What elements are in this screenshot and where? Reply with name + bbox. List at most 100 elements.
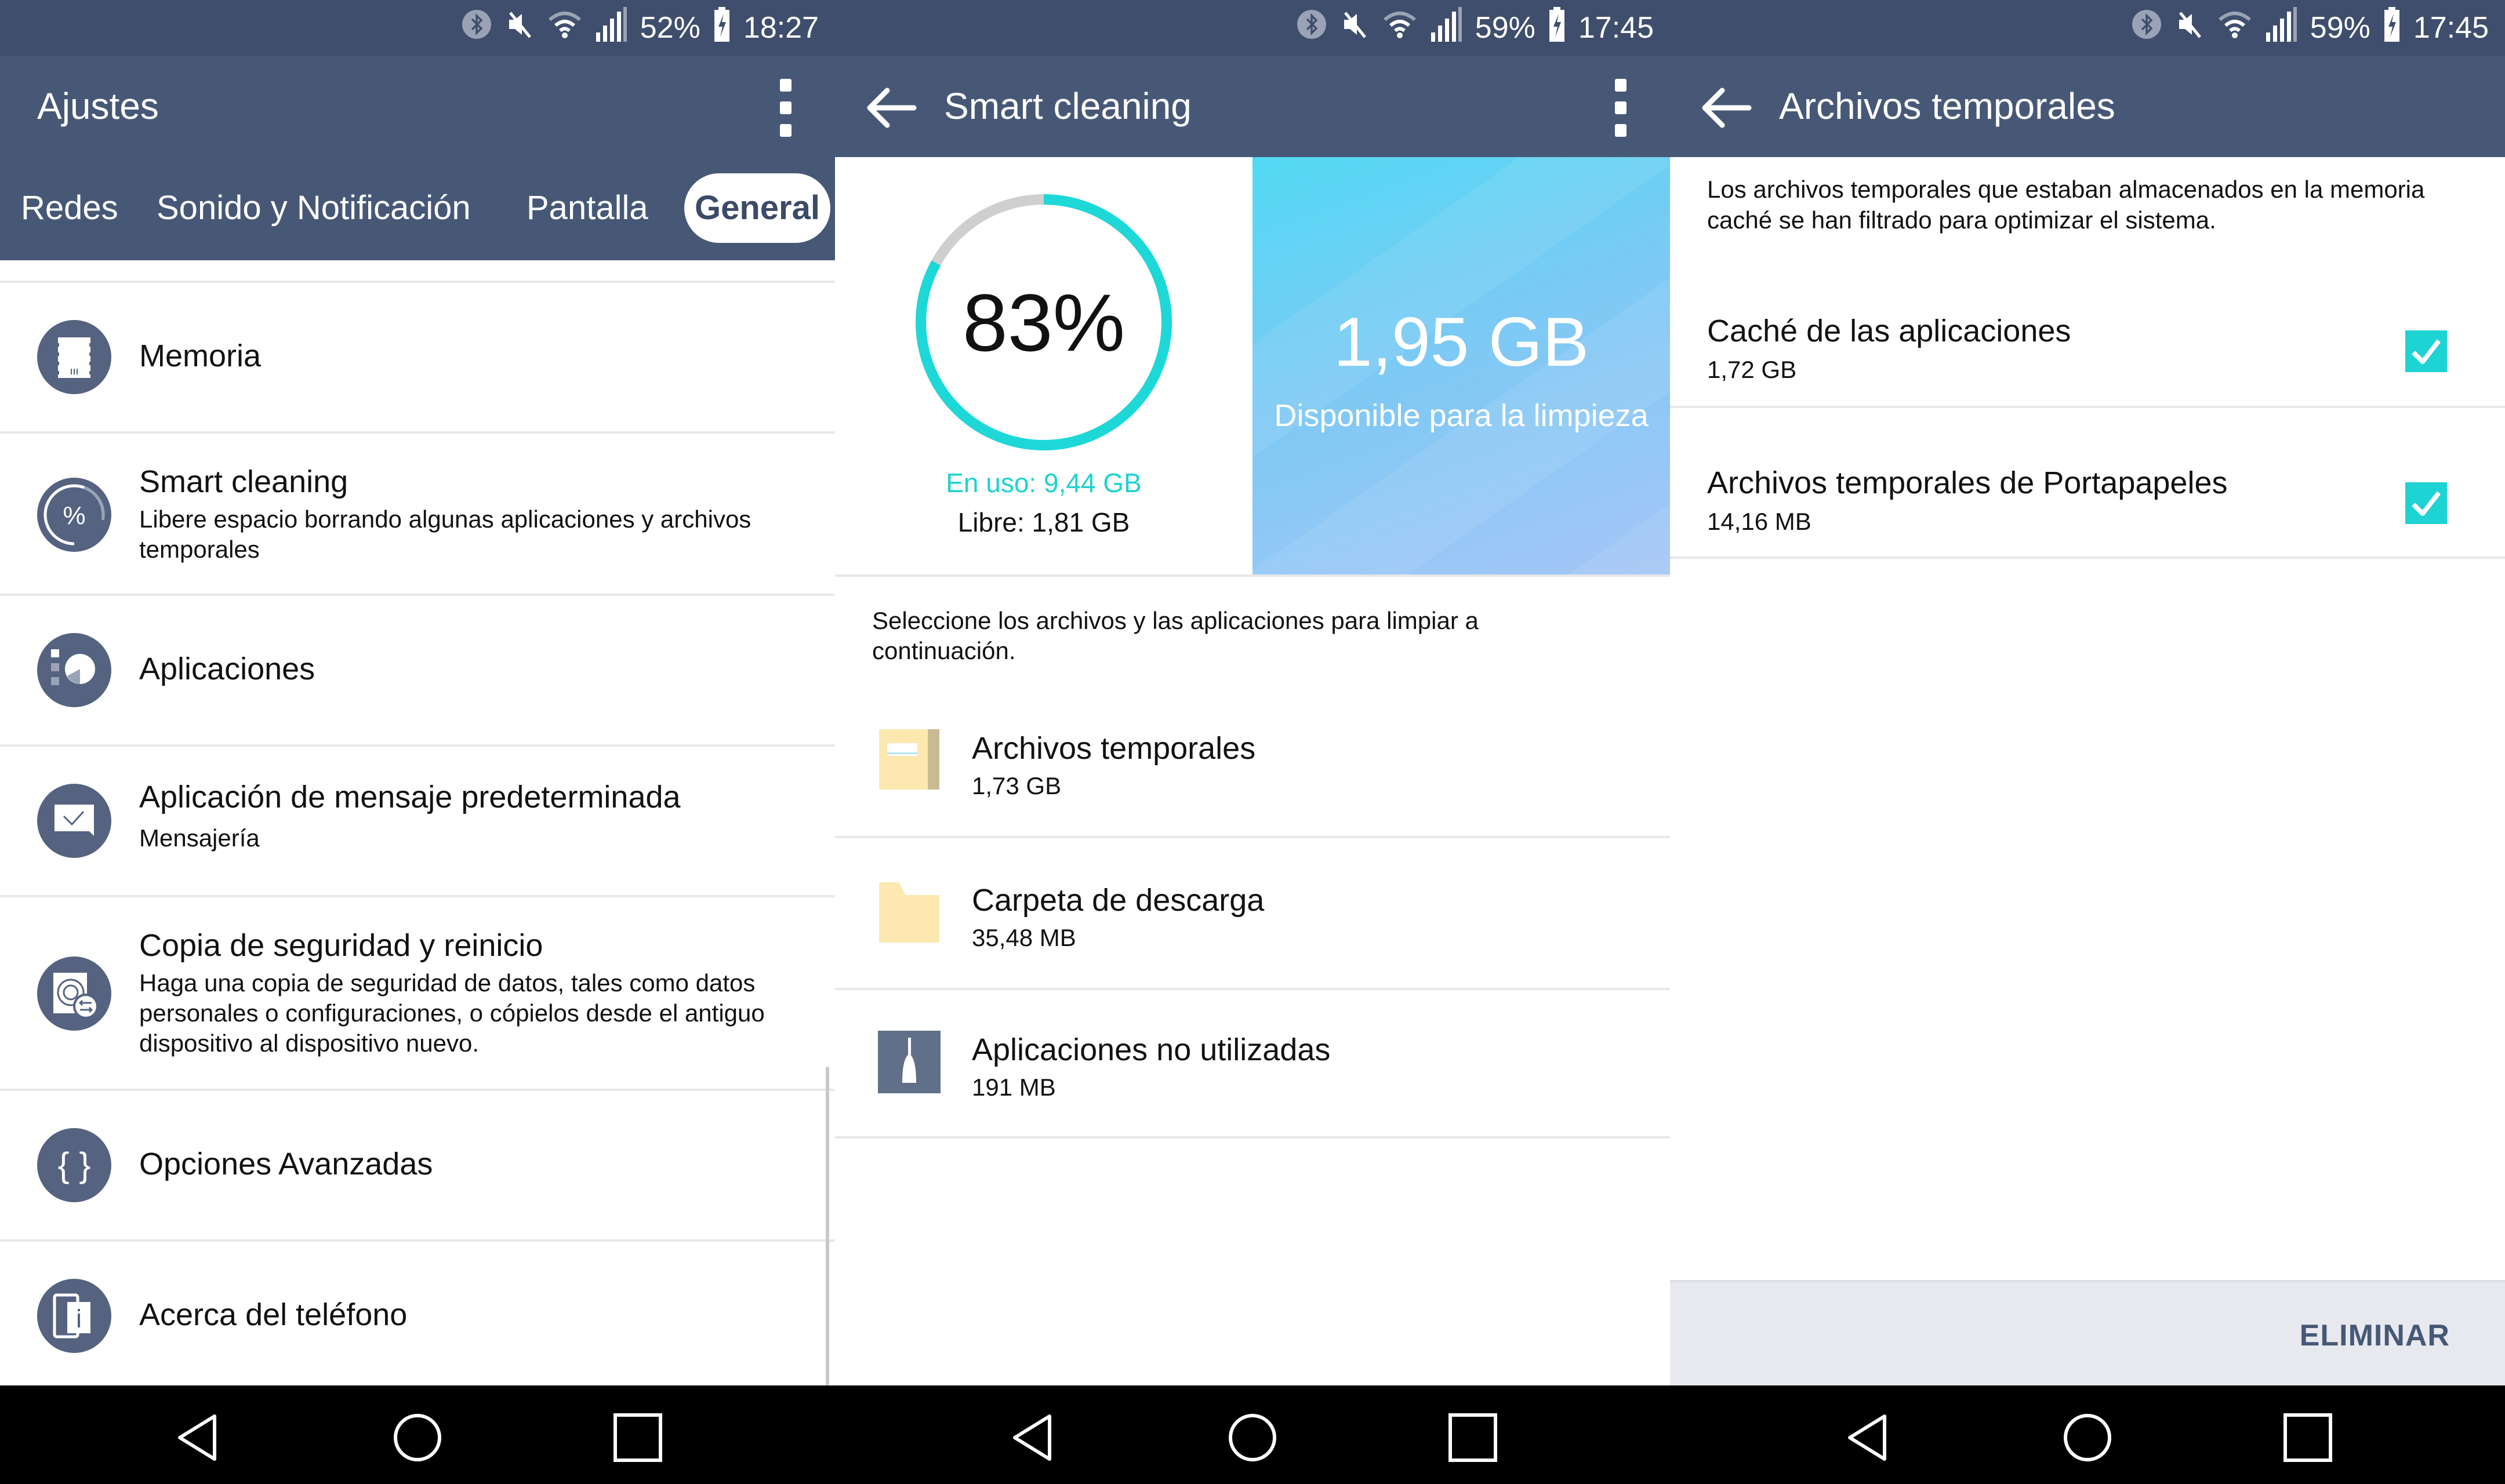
download-folder-icon [878, 881, 941, 944]
settings-item-copia-seguridad[interactable]: Copia de seguridad y reinicio Haga una c… [0, 897, 835, 1089]
app-bar: Ajustes [0, 56, 835, 157]
apps-pie-icon [37, 633, 111, 707]
settings-item-smart-cleaning[interactable]: % Smart cleaning Libere espacio borrando… [0, 434, 835, 594]
eliminar-button[interactable]: ELIMINAR [2300, 1318, 2450, 1353]
battery-percent: 59% [1475, 11, 1535, 45]
item-size: 1,72 GB [1707, 356, 1797, 383]
battery-charging-icon [2383, 6, 2401, 49]
settings-item-acerca-telefono[interactable]: Acerca del teléfono [0, 1242, 835, 1385]
smart-cleaning-screen: 59% 17:45 Smart cleaning 83% En uso: 9,4… [835, 0, 1670, 1484]
storage-gauge: 83% En uso: 9,44 GB Libre: 1,81 GB [835, 157, 1252, 574]
item-subtitle: Mensajería [139, 824, 260, 852]
home-nav-icon[interactable] [391, 1412, 444, 1464]
status-bar: 52% 18:27 [0, 0, 835, 56]
page-title: Smart cleaning [944, 85, 1192, 127]
item-subtitle: Libere espacio borrando algunas aplicaci… [139, 505, 752, 563]
tab-pantalla[interactable]: Pantalla [527, 173, 648, 243]
smart-cleaning-percent-icon: % [37, 478, 111, 552]
phone-info-icon [37, 1279, 111, 1353]
battery-charging-icon [713, 6, 731, 49]
item-title: Memoria [139, 339, 262, 373]
mute-icon [504, 9, 535, 47]
wifi-icon [547, 9, 582, 47]
back-arrow-icon[interactable] [1697, 85, 1755, 131]
recents-nav-icon[interactable] [1447, 1412, 1499, 1464]
mute-icon [1339, 9, 1370, 47]
tab-general[interactable]: General [684, 173, 830, 243]
app-bar: Archivos temporales [1670, 56, 2505, 157]
signal-icon [595, 6, 627, 49]
temp-item-portapapeles[interactable]: Archivos temporales de Portapapeles 14,1… [1670, 408, 2505, 556]
tab-bar: Redes Sonido y Notificación Pantalla Gen… [0, 157, 835, 260]
page-title: Ajustes [37, 85, 159, 127]
battery-percent: 59% [2310, 11, 2370, 45]
item-size: 35,48 MB [972, 924, 1076, 951]
back-arrow-icon[interactable] [862, 85, 920, 131]
divider [1670, 556, 2505, 559]
status-bar: 59% 17:45 [1670, 0, 2505, 56]
item-title: Archivos temporales de Portapapeles [1707, 465, 2228, 500]
bluetooth-icon [2132, 9, 2162, 47]
navigation-bar [835, 1385, 1670, 1484]
back-nav-icon[interactable] [172, 1412, 224, 1464]
item-title: Smart cleaning [139, 464, 348, 499]
app-bar: Smart cleaning [835, 56, 1670, 157]
back-nav-icon[interactable] [1007, 1412, 1059, 1464]
back-nav-icon[interactable] [1842, 1412, 1894, 1464]
backup-restore-icon [37, 956, 111, 1031]
item-size: 14,16 MB [1707, 508, 1811, 535]
bluetooth-icon [462, 9, 492, 47]
mute-icon [2174, 9, 2205, 47]
cleanup-item-aplicaciones-no-utilizadas[interactable]: Aplicaciones no utilizadas 191 MB [835, 990, 1670, 1139]
cleanup-item-archivos-temporales[interactable]: Archivos temporales 1,73 GB [835, 684, 1670, 836]
checkbox-checked[interactable] [2405, 330, 2447, 372]
item-subtitle: Haga una copia de seguridad de datos, ta… [139, 969, 765, 1057]
signal-icon [1430, 6, 1462, 49]
svg-text:%: % [63, 501, 85, 530]
settings-item-mensaje[interactable]: Aplicación de mensaje predeterminada Men… [0, 747, 835, 895]
clock: 17:45 [2413, 11, 2489, 45]
settings-item-memoria[interactable]: Memoria [0, 283, 835, 431]
usage-percent: 83% [962, 277, 1126, 368]
divider [835, 574, 1670, 577]
item-title: Aplicaciones [139, 652, 315, 686]
overflow-menu-icon[interactable] [777, 79, 794, 137]
item-title: Copia de seguridad y reinicio [139, 928, 543, 963]
settings-item-aplicaciones[interactable]: Aplicaciones [0, 596, 835, 744]
navigation-bar [1670, 1385, 2505, 1484]
code-braces-icon: { } [37, 1128, 111, 1202]
item-size: 191 MB [972, 1074, 1056, 1101]
bluetooth-icon [1297, 9, 1327, 47]
cleanup-item-carpeta-descarga[interactable]: Carpeta de descarga 35,48 MB [835, 838, 1670, 988]
item-title: Acerca del teléfono [139, 1297, 408, 1332]
clock: 17:45 [1578, 11, 1654, 45]
description-text: Los archivos temporales que estaban alma… [1707, 176, 2425, 234]
page-title: Archivos temporales [1779, 85, 2115, 127]
wifi-icon [1382, 9, 1417, 47]
temp-files-screen: 59% 17:45 Archivos temporales Los archiv… [1670, 0, 2505, 1484]
tab-redes[interactable]: Redes [21, 173, 118, 243]
item-title: Carpeta de descarga [972, 883, 1265, 918]
clock: 18:27 [743, 11, 819, 45]
message-icon [37, 784, 111, 858]
divider [835, 1136, 1670, 1139]
available-size: 1,95 GB [1333, 303, 1589, 381]
checkbox-checked[interactable] [2405, 482, 2447, 524]
recents-nav-icon[interactable] [2282, 1412, 2334, 1464]
item-size: 1,73 GB [972, 772, 1062, 799]
recents-nav-icon[interactable] [612, 1412, 664, 1464]
item-title: Caché de las aplicaciones [1707, 314, 2071, 348]
settings-item-opciones-avanzadas[interactable]: { } Opciones Avanzadas [0, 1091, 835, 1239]
overflow-menu-icon[interactable] [1612, 79, 1629, 137]
tab-sonido-notificacion[interactable]: Sonido y Notificación [157, 173, 471, 243]
home-nav-icon[interactable] [1226, 1412, 1279, 1464]
scrollbar[interactable] [826, 1067, 829, 1385]
home-nav-icon[interactable] [2061, 1412, 2114, 1464]
memory-chip-icon [37, 320, 111, 394]
item-title: Opciones Avanzadas [139, 1147, 433, 1181]
temp-item-cache-aplicaciones[interactable]: Caché de las aplicaciones 1,72 GB [1670, 290, 2505, 406]
status-bar: 59% 17:45 [835, 0, 1670, 56]
item-title: Aplicación de mensaje predeterminada [139, 780, 681, 814]
action-bar: ELIMINAR [1670, 1280, 2505, 1388]
available-label: Disponible para la limpieza [1274, 398, 1649, 433]
